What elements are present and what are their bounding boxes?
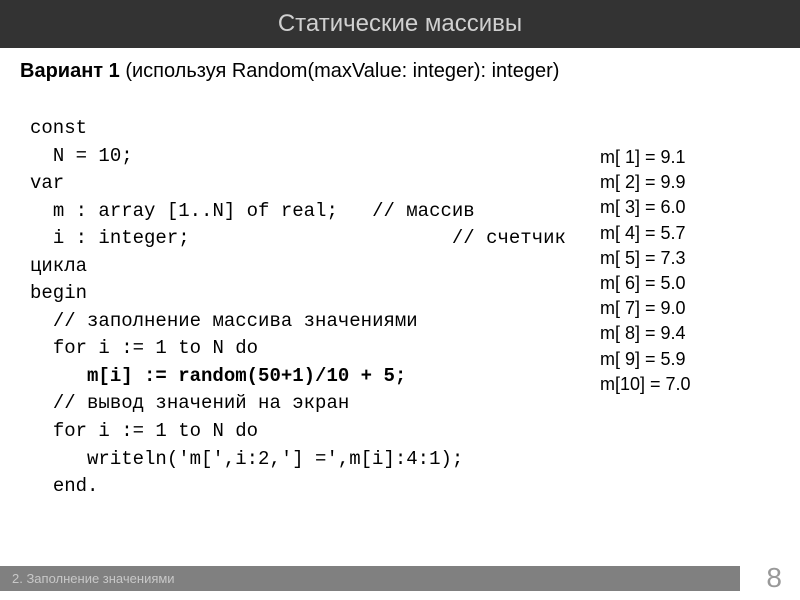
footer-section-label: 2. Заполнение значениями [0, 566, 740, 591]
code-line: // заполнение массива значениями [30, 310, 418, 332]
code-line: // вывод значений на экран [30, 392, 349, 414]
code-line: writeln('m[',i:2,'] =',m[i]:4:1); [30, 448, 463, 470]
code-line: N = 10; [30, 145, 133, 167]
output-line: m[ 6] = 5.0 [600, 271, 770, 296]
output-line: m[ 5] = 7.3 [600, 246, 770, 271]
variant-label: Вариант 1 [20, 60, 120, 82]
code-line: for i := 1 to N do [30, 420, 258, 442]
slide-header: Статические массивы [0, 0, 800, 48]
output-line: m[ 9] = 5.9 [600, 347, 770, 372]
code-block: const N = 10; var m : array [1..N] of re… [30, 115, 590, 501]
output-line: m[ 7] = 9.0 [600, 296, 770, 321]
slide-subtitle: Вариант 1 (используя Random(maxValue: in… [0, 48, 800, 95]
variant-description: (используя Random(maxValue: integer): in… [120, 60, 560, 82]
code-line: begin [30, 282, 87, 304]
code-line: m : array [1..N] of real; // массив [30, 200, 475, 222]
code-line: i : integer; // счетчик цикла [30, 227, 577, 277]
code-line: var [30, 172, 64, 194]
output-line: m[10] = 7.0 [600, 372, 770, 397]
output-line: m[ 2] = 9.9 [600, 170, 770, 195]
slide-title: Статические массивы [278, 10, 522, 37]
output-line: m[ 4] = 5.7 [600, 221, 770, 246]
output-line: m[ 8] = 9.4 [600, 321, 770, 346]
output-line: m[ 1] = 9.1 [600, 145, 770, 170]
output-line: m[ 3] = 6.0 [600, 195, 770, 220]
code-line: for i := 1 to N do [30, 337, 258, 359]
slide-footer: 2. Заполнение значениями 8 [0, 564, 800, 592]
code-line: const [30, 117, 87, 139]
code-line-bold: m[i] := random(50+1)/10 + 5; [30, 365, 406, 387]
code-line: end. [30, 475, 98, 497]
page-number: 8 [748, 562, 800, 594]
output-block: m[ 1] = 9.1 m[ 2] = 9.9 m[ 3] = 6.0 m[ 4… [590, 115, 770, 501]
content-area: const N = 10; var m : array [1..N] of re… [0, 95, 800, 501]
